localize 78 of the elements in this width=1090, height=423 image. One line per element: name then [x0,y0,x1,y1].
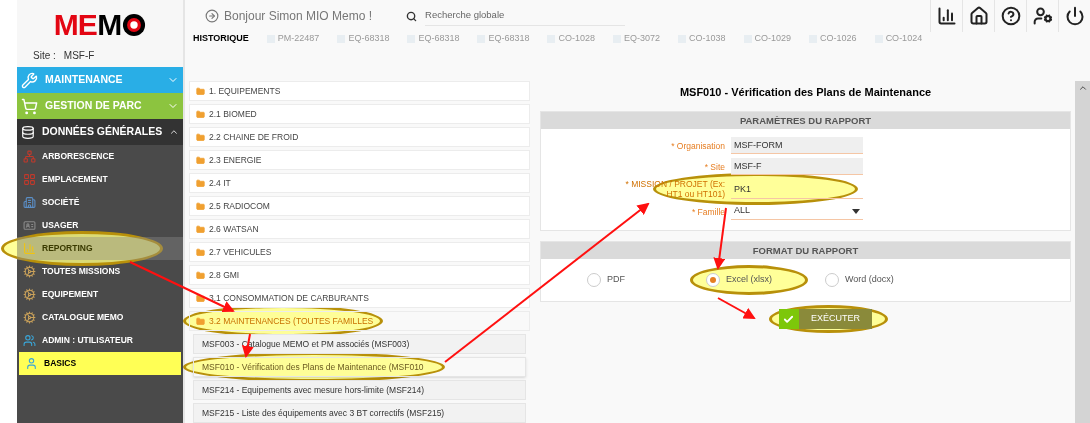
user-settings-icon [1032,6,1053,26]
id-card-icon [23,219,36,232]
input-field[interactable]: PK1 [731,179,863,199]
radio-button[interactable] [825,273,839,287]
menu-item[interactable]: EQUIPEMENT [17,283,183,306]
folder-icon [196,316,205,326]
radio-option[interactable]: Word (docx) [825,273,894,287]
report-item[interactable]: MSF010 - Vérification des Plans de Maintenance (MSF010 [193,357,526,377]
menu-item[interactable]: EMPLACEMENT [17,168,183,191]
menu-item[interactable]: ARBORESCENCE [17,145,183,168]
menu-item[interactable]: USAGER [17,214,183,237]
folder-icon [196,86,205,96]
folder-icon [196,109,205,119]
folder-item[interactable]: 2.6 WATSAN [189,219,530,239]
folder-item[interactable]: 2.1 BIOMED [189,104,530,124]
cart-icon [21,97,38,115]
history-label: HISTORIQUE [193,32,249,45]
menu-item[interactable]: TOUTES MISSIONS [17,260,183,283]
power-icon [1064,6,1085,26]
folder-item[interactable]: 2.5 RADIOCOM [189,196,530,216]
users-icon [23,334,36,347]
folder-icon [196,155,205,165]
chart-icon [23,242,36,255]
folder-item[interactable]: 2.3 ENERGIE [189,150,530,170]
report-item[interactable]: MSF215 - Liste des équipements avec 3 BT correctifs (MSF215) [193,403,526,423]
chevron-up-icon [1077,83,1088,93]
menu-item[interactable]: CATALOGUE MEMO [17,306,183,329]
folder-icon [196,293,205,303]
report-title: MSF010 - Vérification des Plans de Maintenance [678,85,933,100]
search-field[interactable]: Recherche globale [425,6,626,26]
folder-icon [196,132,205,142]
database-icon [21,123,35,141]
help-icon [1000,6,1021,26]
folder-icon [196,178,205,188]
menu-section[interactable]: DONNÉES GÉNÉRALES [17,119,183,145]
report-item[interactable]: MSF214 - Equipements avec mesure hors-limite (MSF214) [193,380,526,400]
chart-icon [936,6,957,26]
panel-header: PARAMÈTRES DU RAPPORT [541,112,1070,129]
dropdown-caret-icon [852,208,860,214]
menu-item[interactable]: BASICS [19,352,181,375]
grid-icon [23,173,36,186]
wrench-icon [21,71,38,89]
menu-item[interactable]: SOCIÉTÉ [17,191,183,214]
greeting: Bonjour Simon MIO Memo ! [224,8,373,25]
field-label: * Famille [690,206,725,217]
input-field[interactable]: MSF-FORM [731,137,863,154]
field-label: * Site [703,161,725,172]
radio-option[interactable]: PDF [587,273,625,287]
folder-item[interactable]: 2.2 CHAINE DE FROID [189,127,530,147]
user-icon [25,357,38,370]
folder-item[interactable]: 2.7 VEHICULES [189,242,530,262]
logo: MEM [53,10,147,40]
arrow-right-icon [205,9,219,23]
radio-option[interactable]: Excel (xlsx) [706,273,772,287]
check-icon [783,313,795,325]
menu-item[interactable]: REPORTING [17,237,183,260]
folder-icon [196,224,205,234]
folder-item[interactable]: 1. EQUIPEMENTS [189,81,530,101]
radio-button[interactable] [587,273,601,287]
hierarchy-icon [23,150,36,163]
site-value: MSF-F [63,49,95,63]
folder-item[interactable]: 2.4 IT [189,173,530,193]
annotation-arrow [717,297,756,319]
folder-icon [196,201,205,211]
field-label: * Organisation [670,140,725,151]
panel-header: FORMAT DU RAPPORT [541,242,1070,259]
building-icon [23,196,36,209]
select-field[interactable]: ALL [731,203,863,220]
folder-item[interactable]: 3.2 MAINTENANCES (TOUTES FAMILLES [189,311,530,331]
menu-item[interactable]: ADMIN : UTILISATEUR [17,329,183,352]
folder-icon [196,270,205,280]
input-field[interactable]: MSF-F [731,158,863,175]
site-label: Site : [33,49,56,63]
search-icon [406,10,418,22]
home-icon [968,6,989,26]
folder-item[interactable]: 2.8 GMI [189,265,530,285]
folder-icon [196,247,205,257]
execute-button[interactable]: EXÉCUTER [779,309,872,329]
